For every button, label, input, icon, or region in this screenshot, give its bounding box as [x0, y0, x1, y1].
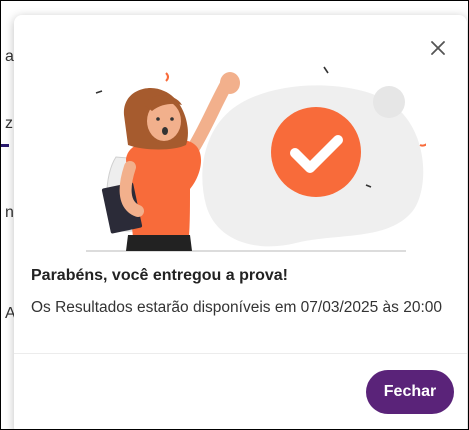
close-icon — [431, 41, 445, 55]
dialog-title: Parabéns, você entregou a prova! — [31, 267, 288, 284]
success-illustration — [86, 66, 426, 252]
footer-divider — [14, 353, 467, 354]
submission-dialog: Parabéns, você entregou a prova! Os Resu… — [14, 15, 467, 429]
page-frame: a z n A Parabéns, você entregou a prova!… — [0, 0, 469, 430]
dialog-message: Os Resultados estarão disponíveis em 07/… — [31, 299, 443, 316]
background-accent-bar — [1, 144, 9, 147]
close-dialog-button[interactable]: Fechar — [366, 370, 454, 414]
background-text: a — [5, 48, 14, 65]
close-button[interactable] — [427, 37, 449, 59]
background-text: n — [5, 204, 14, 221]
background-text: z — [5, 115, 13, 132]
